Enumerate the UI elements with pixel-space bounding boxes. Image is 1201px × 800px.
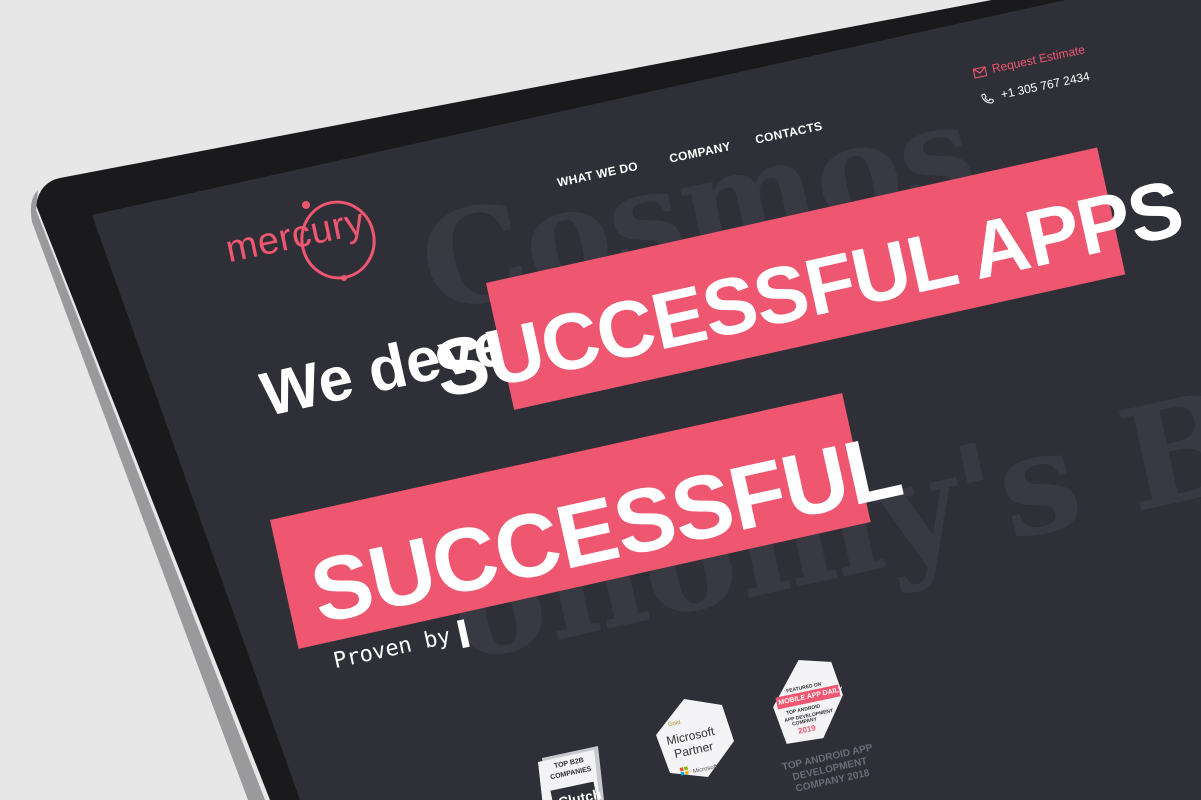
- request-estimate-label: Request Estimate: [990, 42, 1087, 76]
- microsoft-partner-badge[interactable]: Gold Microsoft Partner Microsoft: [652, 695, 737, 785]
- phone-number: +1 305 767 2434: [999, 69, 1091, 102]
- microsoft-brand: Microsoft: [692, 764, 718, 776]
- mad-caption: TOP ANDROID APP DEVELOPMENT COMPANY 2018: [781, 742, 879, 797]
- clutch-badge[interactable]: TOP B2B COMPANIES Clutch: [520, 740, 620, 800]
- mobile-app-daily-badge[interactable]: FEATURED ON MOBILE APP DAILY TOP ANDROID…: [768, 655, 848, 750]
- microsoft-squares-icon: [679, 766, 690, 776]
- mail-icon: [972, 65, 988, 79]
- mercury-logo[interactable]: mercury: [222, 196, 392, 306]
- phone-icon: [981, 93, 994, 104]
